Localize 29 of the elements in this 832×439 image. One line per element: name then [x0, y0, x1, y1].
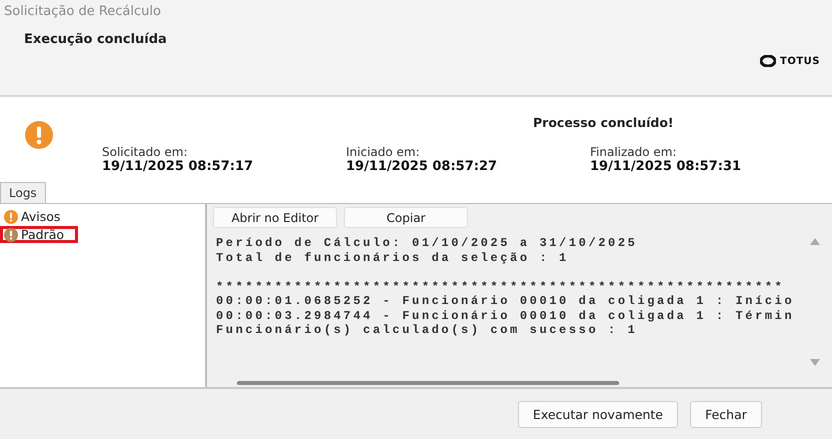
field-label: Solicitado em:: [102, 145, 189, 159]
dialog-button[interactable]: Fechar: [690, 400, 762, 428]
log-line: 00:00:01.0685252 - Funcionário 00010 da coligada 1 : Início: [216, 294, 796, 308]
logo-text: TOTUS: [780, 56, 820, 66]
warning-icon: [25, 121, 53, 149]
heading: Execução concluída: [24, 32, 168, 47]
field-label: Finalizado em:: [590, 145, 678, 159]
log-line: **********************************************************: [216, 278, 786, 294]
logo-icon: [760, 55, 776, 67]
warning-icon: [4, 210, 18, 224]
field-label: Iniciado em:: [346, 145, 421, 159]
log-line: 00:00:03.2984744 - Funcionário 00010 da coligada 1 : Términ: [216, 308, 796, 323]
field-value: 19/11/2025 08:57:31: [590, 159, 742, 174]
tab[interactable]: Logs: [0, 182, 46, 203]
tree-item[interactable]: Padrão: [0, 226, 78, 243]
field-value: 19/11/2025 08:57:17: [102, 159, 254, 174]
log-line: Total de funcionários da seleção : 1: [216, 250, 570, 265]
dialog-button[interactable]: Executar novamente: [518, 400, 678, 428]
toolbar-button[interactable]: Copiar: [344, 207, 468, 228]
scroll-up-icon[interactable]: [810, 238, 820, 245]
toolbar-button[interactable]: Abrir no Editor: [213, 207, 337, 228]
status-text: Processo concluído!: [532, 115, 675, 132]
log-line: Período de Cálculo: 01/10/2025 a 31/10/2025: [216, 236, 638, 250]
warning-icon: [4, 228, 18, 242]
scroll-down-icon[interactable]: [810, 359, 820, 366]
tree-item[interactable]: Avisos: [0, 208, 78, 225]
scrollbar-thumb[interactable]: [237, 381, 619, 385]
log-line: Funcionário(s) calculado(s) com sucesso : 1: [216, 323, 638, 338]
field-value: 19/11/2025 08:57:27: [346, 159, 498, 174]
